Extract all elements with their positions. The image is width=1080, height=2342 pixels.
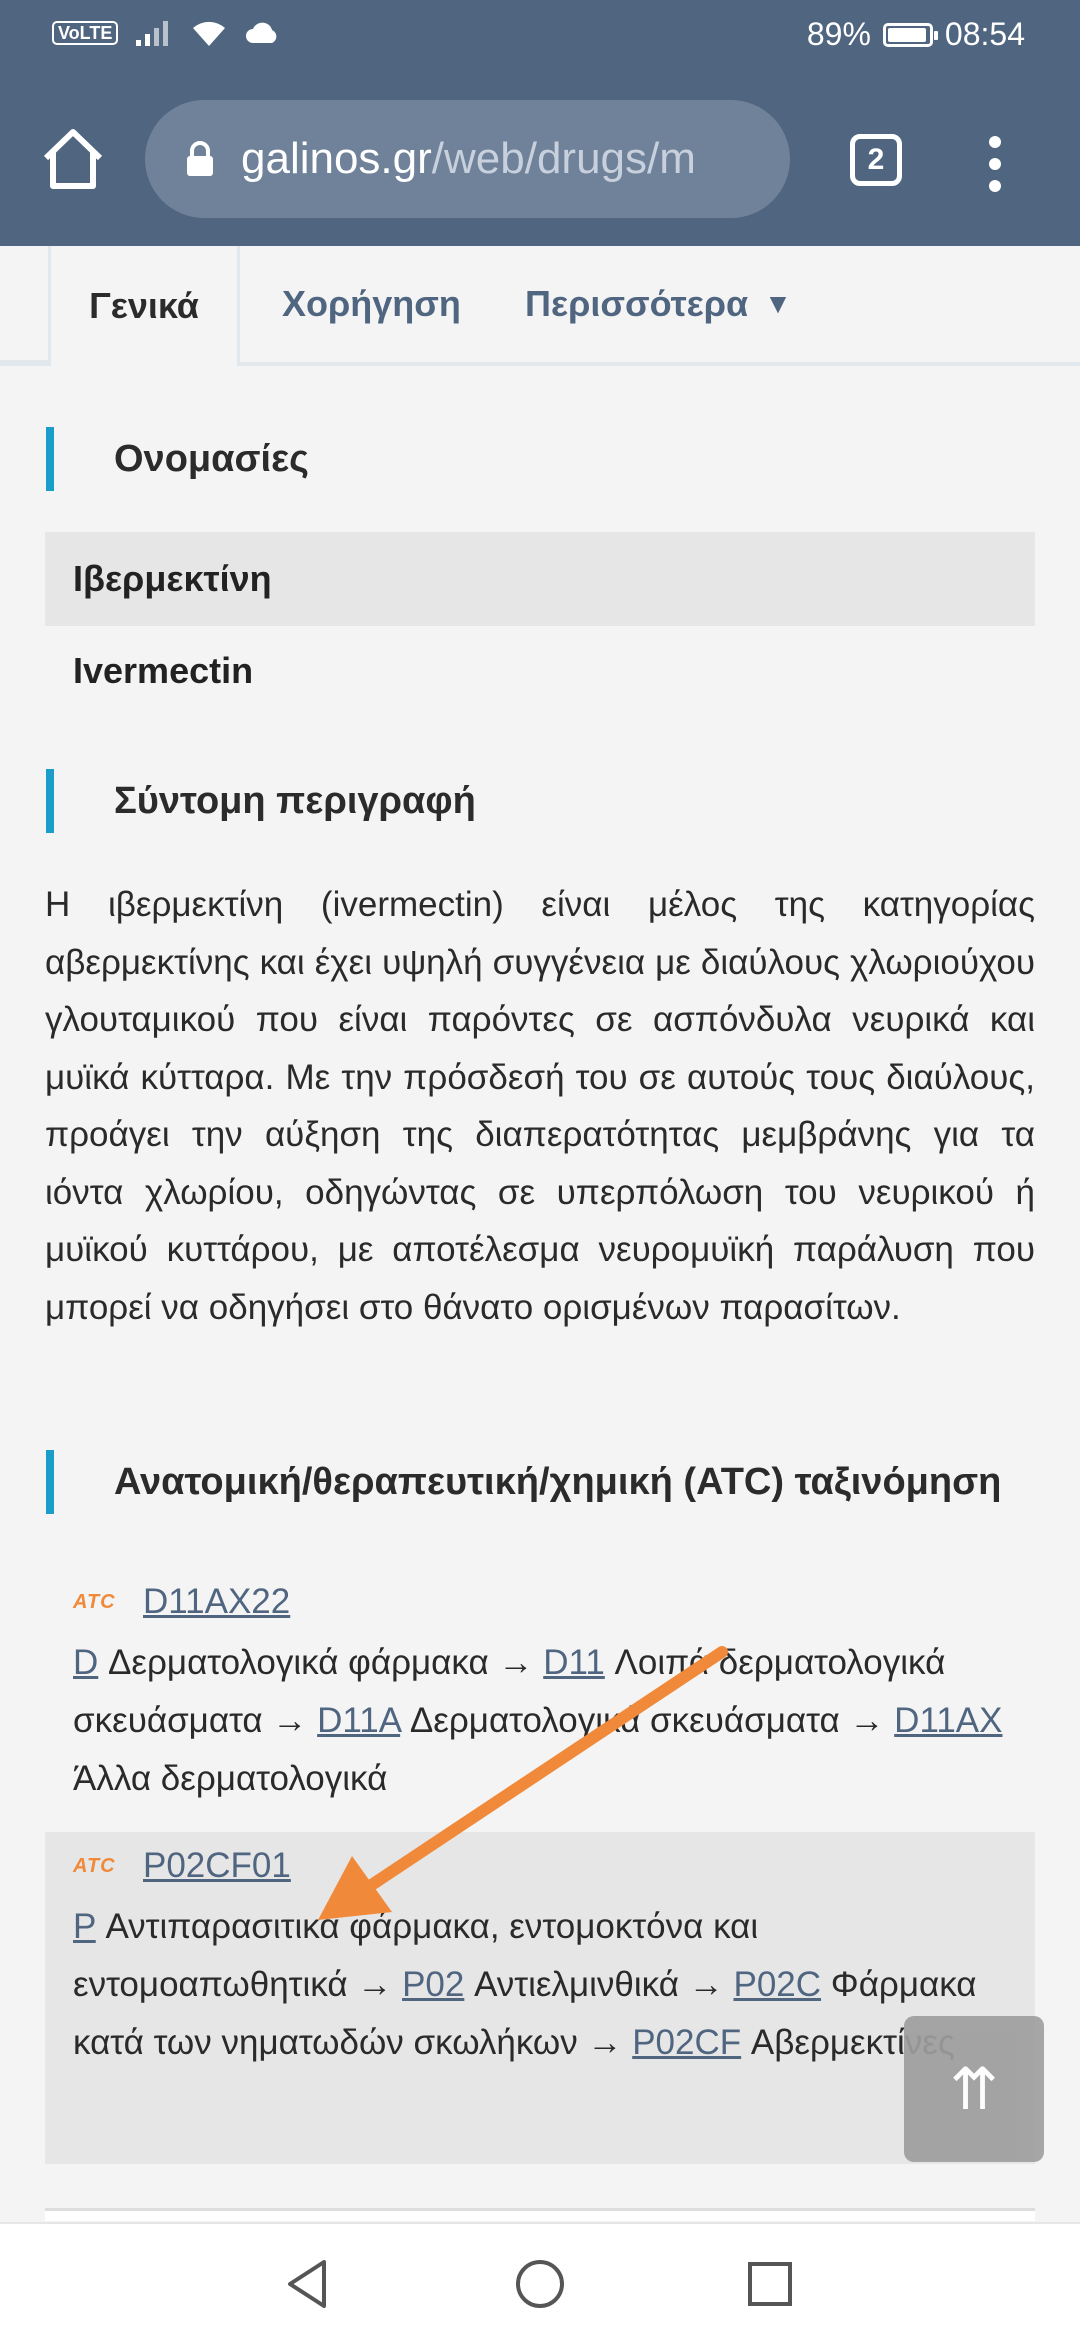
atc-label: Αντιελμινθικά [474, 1965, 679, 2004]
home-circle-icon[interactable] [512, 2256, 568, 2312]
atc-link[interactable]: P [73, 1907, 96, 1946]
arrow-glyph: → [272, 1701, 308, 1740]
atc-path: P Αντιπαρασιτικά φάρμακα, εντομοκτόνα κα… [73, 1898, 1035, 2072]
arrow-glyph: → [587, 2023, 623, 2062]
system-nav-bar [0, 2222, 1080, 2342]
chevron-down-icon: ▼ [764, 288, 792, 319]
name-greek: Ιβερμεκτίνη [45, 532, 1035, 626]
atc-link[interactable]: D11AX [894, 1701, 1002, 1740]
atc-entry: ATC D11AX22 D Δερματολογικά φάρμακα → D1… [45, 1570, 1035, 1826]
section-title: Ονομασίες [114, 437, 309, 480]
url-path: /web/drugs/m [431, 134, 696, 183]
atc-label: Δερματολογικά σκευάσματα [409, 1701, 840, 1740]
atc-code-link[interactable]: P02CF01 [143, 1846, 291, 1886]
tab-more[interactable]: Περισσότερα ▼ [525, 246, 792, 362]
arrow-glyph: → [849, 1701, 885, 1740]
browser-toolbar: galinos.gr/web/drugs/m 2 [0, 76, 1080, 246]
atc-entry: ATC P02CF01 P Αντιπαρασιτικά φάρμακα, εν… [45, 1832, 1035, 2164]
atc-code-link[interactable]: D11AX22 [143, 1582, 290, 1622]
status-bar: VoLTE 89% 08:54 [0, 0, 1080, 76]
url-text: galinos.gr/web/drugs/m [241, 134, 696, 184]
battery-icon [882, 22, 938, 47]
tab-divider [0, 360, 48, 364]
url-bar[interactable]: galinos.gr/web/drugs/m [145, 100, 790, 218]
tab-administration[interactable]: Χορήγηση [282, 246, 461, 362]
arrow-glyph: → [357, 1965, 393, 2004]
content-continuation [45, 2208, 1035, 2221]
atc-link[interactable]: D [73, 1643, 98, 1682]
arrow-glyph: → [688, 1965, 724, 2004]
atc-label: Δερματολογικά φάρμακα [108, 1643, 489, 1682]
signal-icon [136, 21, 169, 46]
battery-percent: 89% [806, 16, 871, 52]
status-right: 89% 08:54 [807, 16, 1025, 53]
tab-more-label: Περισσότερα [525, 283, 749, 324]
atc-logo-icon: ATC [73, 1854, 116, 1877]
section-title: Σύντομη περιγραφή [114, 779, 476, 822]
volte-icon: VoLTE [52, 21, 119, 45]
page-tabs: Γενικά Χορήγηση Περισσότερα ▼ [0, 246, 1080, 366]
atc-logo-icon: ATC [73, 1590, 116, 1613]
section-heading-names: Ονομασίες [46, 427, 309, 491]
atc-label: Άλλα δερματολογικά [73, 1759, 388, 1798]
home-icon[interactable] [38, 124, 108, 194]
atc-link[interactable]: P02 [402, 1965, 464, 2004]
wifi-icon [193, 21, 226, 46]
tab-general[interactable]: Γενικά [48, 246, 240, 366]
atc-path: D Δερματολογικά φάρμακα → D11 Λοιπά δερμ… [73, 1634, 1035, 1808]
scroll-to-top-button[interactable]: ⇈ [904, 2016, 1044, 2162]
atc-link[interactable]: D11 [543, 1643, 605, 1682]
url-domain: galinos.gr [241, 134, 432, 183]
menu-icon[interactable] [980, 134, 1010, 194]
section-title: Ανατομική/θεραπευτική/χημική (ATC) ταξιν… [114, 1460, 1002, 1503]
tabs-button[interactable]: 2 [850, 134, 902, 186]
atc-link[interactable]: D11A [317, 1701, 400, 1740]
description-text: Η ιβερμεκτίνη (ivermectin) είναι μέλος τ… [45, 885, 1035, 1327]
atc-link[interactable]: P02CF [632, 2023, 741, 2062]
status-left: VoLTE [52, 18, 280, 48]
section-heading-description: Σύντομη περιγραφή [46, 769, 476, 833]
atc-link[interactable]: P02C [733, 1965, 821, 2004]
clock: 08:54 [944, 16, 1025, 52]
cloud-icon [246, 22, 277, 43]
arrow-glyph: → [498, 1643, 534, 1682]
recents-icon[interactable] [742, 2256, 798, 2312]
back-icon[interactable] [280, 2256, 336, 2312]
section-heading-atc: Ανατομική/θεραπευτική/χημική (ATC) ταξιν… [46, 1450, 1001, 1514]
name-english: Ivermectin [73, 650, 254, 691]
lock-icon [187, 141, 213, 176]
